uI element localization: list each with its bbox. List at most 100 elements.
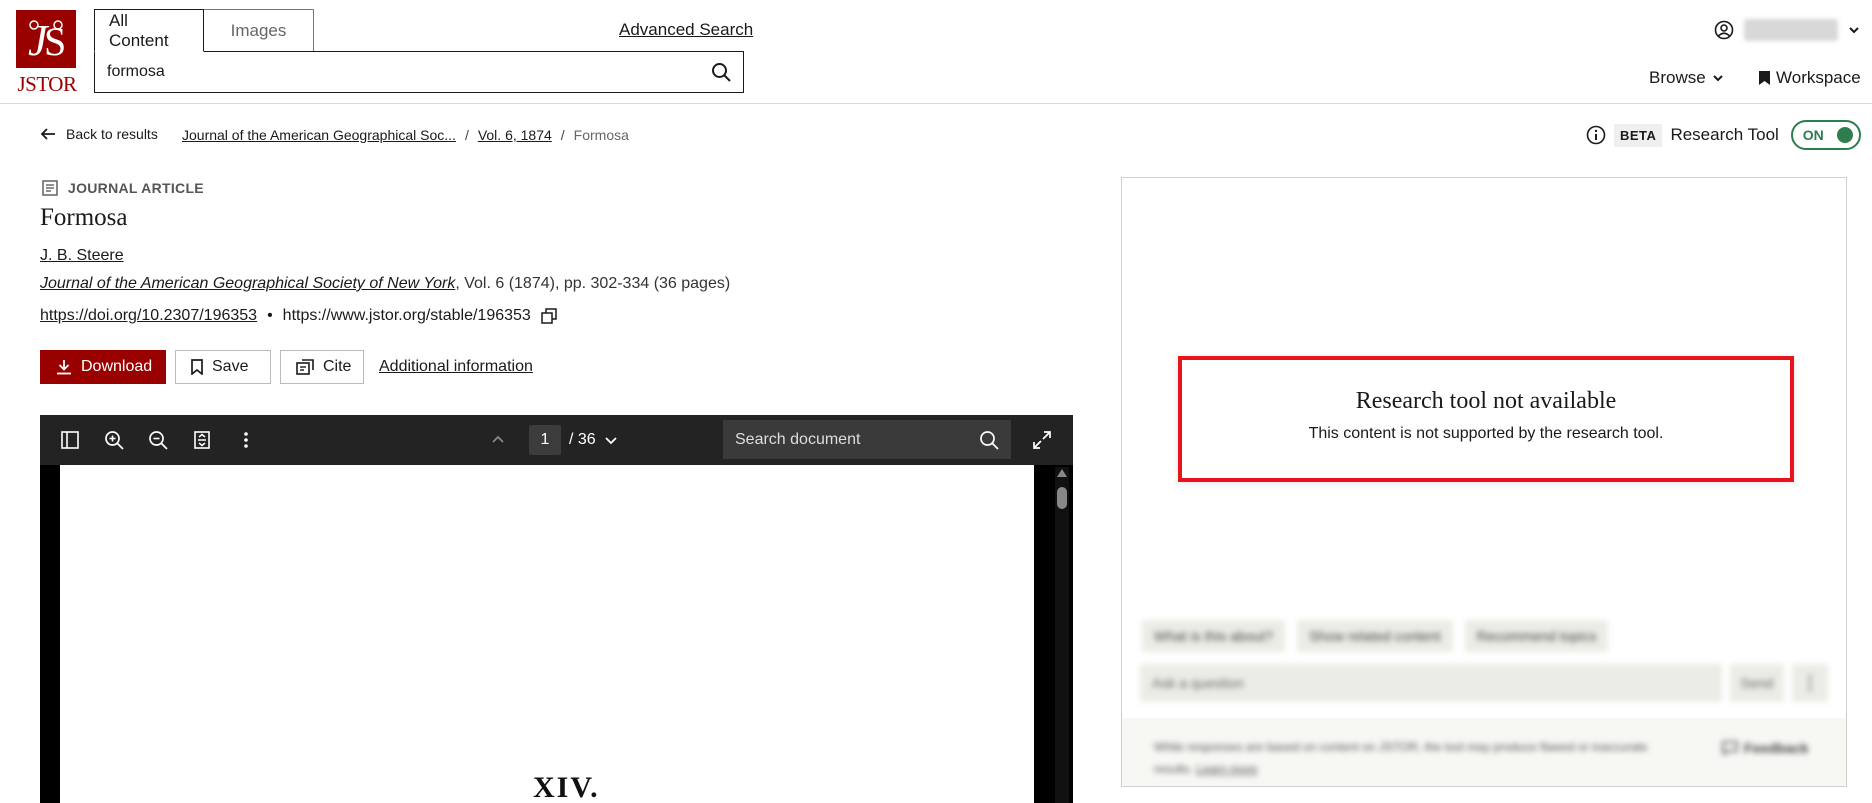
zoom-out-icon[interactable] [148,430,168,450]
content-type: JOURNAL ARTICLE [42,180,204,196]
disclaimer-text: While responses are based on content on … [1154,736,1674,780]
download-button[interactable]: Download [40,350,166,384]
chip-recommend-topics[interactable]: Recommend topics [1464,620,1609,652]
bookmark-icon [191,359,203,375]
download-icon [56,359,72,375]
download-label: Download [81,358,153,375]
bullet-separator: • [267,307,273,324]
chevron-down-icon[interactable] [604,433,618,447]
ask-question-input[interactable]: Ask a question [1140,664,1722,702]
chevron-up-icon[interactable] [491,433,505,447]
pdf-page: XIV. [60,465,1034,803]
fullscreen-icon[interactable] [1032,430,1052,450]
research-tool-bar: BETA Research Tool ON [1586,120,1861,150]
advanced-search-link[interactable]: Advanced Search [619,20,753,40]
chip-what-is-this-about[interactable]: What is this about? [1142,620,1286,652]
doi-link[interactable]: https://doi.org/10.2307/196353 [40,307,257,325]
additional-information-link[interactable]: Additional information [379,358,533,376]
back-label: Back to results [66,126,158,142]
breadcrumb: Journal of the American Geographical Soc… [182,127,629,143]
document-search-placeholder: Search document [735,430,861,448]
disclaimer-footer: While responses are based on content on … [1122,718,1846,786]
journal-citation: Journal of the American Geographical Soc… [40,275,730,293]
browse-menu[interactable]: Browse [1649,68,1724,88]
not-available-title: Research tool not available [1355,388,1617,414]
page-number-input[interactable]: 1 [529,425,561,455]
svg-text:S: S [44,19,66,63]
page-total: / 36 [569,431,596,448]
search-icon[interactable] [979,430,999,450]
chevron-down-icon [1848,24,1860,36]
more-options-icon[interactable] [1792,664,1828,702]
zoom-in-icon[interactable] [104,430,124,450]
copy-icon[interactable] [541,308,557,324]
content-type-label: JOURNAL ARTICLE [68,180,204,196]
back-to-results[interactable]: Back to results [40,126,158,142]
page-navigation: 1 / 36 [491,425,618,455]
viewer-scrollbar[interactable] [1055,467,1069,803]
feedback-icon [1722,740,1738,756]
feedback-button[interactable]: Feedback [1722,740,1809,756]
workspace-label: Workspace [1776,68,1861,87]
search-tabs: All Content Images [94,9,314,52]
pdf-viewer: 1 / 36 Search document XIV. [40,415,1073,803]
viewer-toolbar: 1 / 36 Search document [40,415,1073,465]
cite-button[interactable]: Cite [280,350,364,384]
workspace-link[interactable]: Workspace [1759,68,1861,88]
breadcrumb-journal[interactable]: Journal of the American Geographical Soc… [182,127,456,143]
research-tool-panel: Research tool not available This content… [1121,177,1847,787]
breadcrumb-volume[interactable]: Vol. 6, 1874 [478,127,552,143]
search-icon[interactable] [711,62,731,82]
feedback-label: Feedback [1744,740,1809,756]
bookmark-icon [1759,71,1770,85]
jstor-logo-mark-icon: J S [16,10,76,68]
scroll-up-arrow[interactable] [1057,469,1067,477]
page-heading: XIV. [533,771,600,803]
site-header: J S JSTOR All Content Images Advanced Se… [0,0,1872,104]
research-tool-toggle[interactable]: ON [1790,120,1861,150]
article-links: https://doi.org/10.2307/196353 • https:/… [40,307,557,325]
scroll-thumb[interactable] [1057,487,1067,509]
not-available-subtitle: This content is not supported by the res… [1308,425,1664,442]
search-input[interactable] [107,63,711,81]
save-label: Save [212,358,249,375]
breadcrumb-separator: / [464,127,469,143]
logo-text: JSTOR [17,72,77,96]
arrow-left-icon [40,126,56,142]
tab-all-content[interactable]: All Content [94,9,204,52]
journal-link[interactable]: Journal of the American Geographical Soc… [40,275,455,292]
stable-url: https://www.jstor.org/stable/196353 [282,307,531,324]
page-title: Formosa [40,204,128,231]
chip-show-related-content[interactable]: Show related content [1297,620,1453,652]
toggle-state-label: ON [1802,127,1824,143]
info-icon[interactable] [1586,125,1606,145]
user-icon [1714,20,1734,40]
fit-page-icon[interactable] [192,430,212,450]
journal-details: , Vol. 6 (1874), pp. 302-334 (36 pages) [455,275,731,292]
tab-images[interactable]: Images [204,9,314,52]
account-name-redacted [1744,19,1838,41]
research-tool-label: Research Tool [1670,125,1779,144]
breadcrumb-separator: / [560,127,565,143]
send-button[interactable]: Send [1730,664,1784,702]
article-icon [42,180,58,196]
document-search-input[interactable]: Search document [723,420,1011,459]
beta-badge: BETA [1614,123,1663,147]
sidebar-toggle-icon[interactable] [60,430,80,450]
save-button[interactable]: Save [175,350,271,384]
search-box [94,51,744,93]
cite-label: Cite [323,358,352,375]
account-menu[interactable] [1714,19,1860,41]
toggle-knob [1836,127,1853,143]
ask-question-row: Ask a question Send [1140,664,1828,702]
more-options-icon[interactable] [236,430,256,450]
article-actions: Download Save Cite Additional informatio… [40,350,533,384]
cite-icon [296,359,314,375]
not-available-message: Research tool not available This content… [1178,356,1794,482]
browse-label: Browse [1649,68,1706,87]
suggestion-chips: What is this about? Show related content… [1142,620,1609,652]
learn-more-link[interactable]: Learn more [1196,762,1257,776]
author-link[interactable]: J. B. Steere [40,247,124,265]
chevron-down-icon [1712,72,1724,84]
jstor-logo[interactable]: J S JSTOR [16,10,78,96]
